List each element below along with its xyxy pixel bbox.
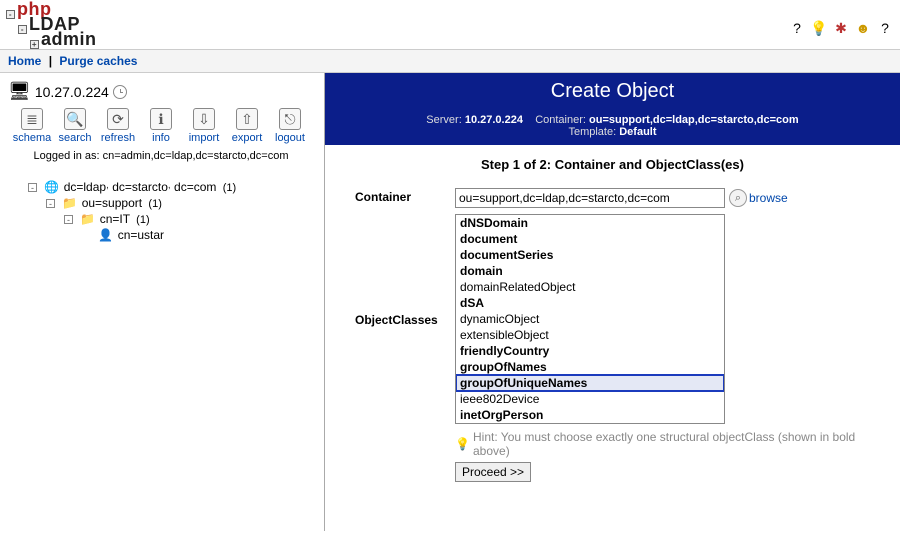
export-tool[interactable]: ⇧ export (227, 108, 267, 144)
expand-icon: + (30, 40, 39, 49)
objectclass-option[interactable]: groupOfUniqueNames (456, 375, 724, 391)
objectclasses-list[interactable]: dNSDomaindocumentdocumentSeriesdomaindom… (455, 214, 725, 424)
expand-icon: - (6, 10, 15, 19)
server-heading: 🖥 10.27.0.224 (4, 79, 318, 108)
logout-icon: ⎋ (279, 108, 301, 130)
purge-link[interactable]: Purge caches (59, 54, 137, 68)
objectclass-option[interactable]: dNSDomain (456, 215, 724, 231)
logout-tool[interactable]: ⎋ logout (270, 108, 310, 144)
collapse-icon[interactable]: - (64, 215, 73, 224)
import-label: import (189, 132, 220, 144)
logo-admin: admin (41, 29, 97, 49)
browse-icon[interactable]: ⌕ (729, 189, 747, 207)
schema-label: schema (13, 132, 52, 144)
folder-icon: 📁 (62, 196, 76, 210)
smiley-icon[interactable]: ☻ (854, 20, 872, 38)
tree-ou-support[interactable]: ou=support (82, 196, 142, 210)
login-dn: cn=admin,dc=ldap,dc=starcto,dc=com (103, 150, 289, 162)
objectclass-option[interactable]: documentSeries (456, 247, 724, 263)
container-label: Container (355, 188, 455, 204)
refresh-tool[interactable]: ⟳ refresh (98, 108, 138, 144)
objectclass-option[interactable]: dynamicObject (456, 311, 724, 327)
logout-label: logout (275, 132, 305, 144)
node-count: (1) (136, 214, 149, 226)
collapse-icon[interactable]: - (46, 199, 55, 208)
bulb-icon[interactable]: 💡 (810, 20, 828, 38)
schema-tool[interactable]: ≣ schema (12, 108, 52, 144)
objectclass-option[interactable]: groupOfNames (456, 359, 724, 375)
export-icon: ⇧ (236, 108, 258, 130)
top-bar: -php -LDAP +admin ? 💡 ✱ ☻ ? (0, 0, 900, 49)
tree-cn-it[interactable]: cn=IT (100, 212, 130, 226)
bulb-icon: 💡 (455, 437, 469, 451)
import-tool[interactable]: ⇩ import (184, 108, 224, 144)
proceed-button[interactable]: Proceed >> (455, 462, 531, 482)
objectclass-option[interactable]: ipHost (456, 423, 724, 424)
create-form: Container ⌕ browse ObjectClasses dNSDoma… (325, 188, 900, 482)
objectclass-option[interactable]: domain (456, 263, 724, 279)
tree-cn-ustar[interactable]: cn=ustar (118, 228, 164, 242)
step-heading: Step 1 of 2: Container and ObjectClass(e… (325, 145, 900, 188)
home-link[interactable]: Home (8, 54, 41, 68)
breadcrumb-separator: | (49, 54, 52, 68)
refresh-icon: ⟳ (107, 108, 129, 130)
logo: -php -LDAP +admin (6, 2, 97, 47)
container-input[interactable] (455, 188, 725, 208)
info-icon: ℹ (150, 108, 172, 130)
right-pane: Create Object Server: 10.27.0.224 Contai… (325, 73, 900, 531)
hint-text: Hint: You must choose exactly one struct… (473, 430, 880, 458)
objectclass-option[interactable]: document (456, 231, 724, 247)
objectclass-option[interactable]: domainRelatedObject (456, 279, 724, 295)
tree-root[interactable]: dc=ldap, dc=starcto, dc=com (64, 180, 220, 194)
toolbar: ≣ schema 🔍 search ⟳ refresh ℹ info ⇩ import ⇧ expor… (4, 108, 318, 146)
search-label: search (58, 132, 91, 144)
objectclass-option[interactable]: ieee802Device (456, 391, 724, 407)
server-ip: 10.27.0.224 (35, 84, 109, 100)
page-subtitle: Server: 10.27.0.224 Container: ou=suppor… (325, 110, 900, 145)
clock-icon[interactable] (113, 85, 127, 99)
node-count: (1) (148, 198, 161, 210)
person-icon: 👤 (98, 228, 112, 242)
browse-link[interactable]: browse (749, 191, 788, 205)
schema-icon: ≣ (21, 108, 43, 130)
refresh-label: refresh (101, 132, 135, 144)
objectclass-option[interactable]: extensibleObject (456, 327, 724, 343)
page-title: Create Object (325, 73, 900, 110)
objectclasses-label: ObjectClasses (355, 311, 455, 327)
hint: 💡 Hint: You must choose exactly one stru… (455, 430, 880, 458)
info-label: info (152, 132, 170, 144)
search-icon: 🔍 (64, 108, 86, 130)
left-pane: 🖥 10.27.0.224 ≣ schema 🔍 search ⟳ refresh ℹ inf… (0, 73, 325, 531)
objectclass-option[interactable]: friendlyCountry (456, 343, 724, 359)
help-icon[interactable]: ? (788, 20, 806, 38)
export-label: export (232, 132, 263, 144)
ldap-tree: - 🌐 dc=ldap, dc=starcto, dc=com (1) - 📁 … (4, 168, 318, 260)
info-tool[interactable]: ℹ info (141, 108, 181, 144)
collapse-icon[interactable]: - (28, 183, 37, 192)
search-tool[interactable]: 🔍 search (55, 108, 95, 144)
corner-icons: ? 💡 ✱ ☻ ? (788, 2, 894, 38)
question-icon[interactable]: ? (876, 20, 894, 38)
bug-icon[interactable]: ✱ (832, 20, 850, 38)
node-count: (1) (223, 182, 236, 194)
import-icon: ⇩ (193, 108, 215, 130)
objectclass-option[interactable]: dSA (456, 295, 724, 311)
breadcrumb: Home | Purge caches (0, 49, 900, 73)
objectclass-option[interactable]: inetOrgPerson (456, 407, 724, 423)
login-prefix: Logged in as: (33, 150, 102, 162)
server-icon: 🖥 (8, 81, 31, 102)
login-line: Logged in as: cn=admin,dc=ldap,dc=starct… (4, 146, 318, 168)
expand-icon: - (18, 25, 27, 34)
globe-icon: 🌐 (44, 180, 58, 194)
folder-icon: 📁 (80, 212, 94, 226)
